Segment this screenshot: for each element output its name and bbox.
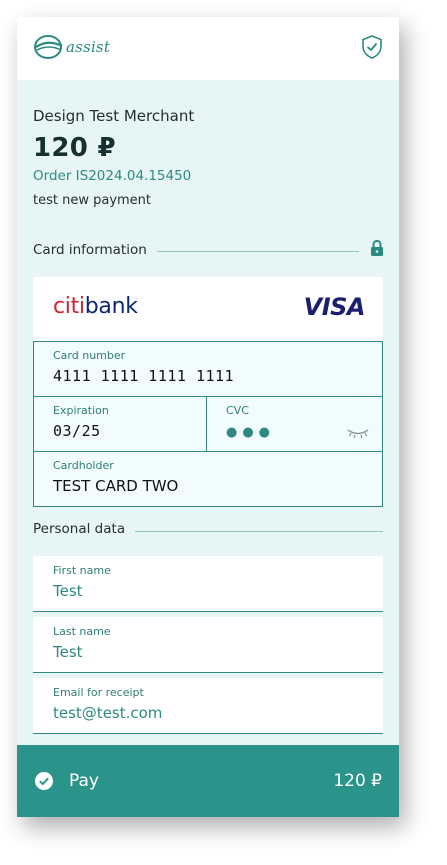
order-number: Order IS2024.04.15450 <box>33 168 192 184</box>
email-label: Email for receipt <box>53 686 144 699</box>
bank-name-suffix: bank <box>84 294 138 319</box>
visa-logo: VISA <box>303 293 366 321</box>
cardholder-input[interactable]: TEST CARD TWO <box>53 477 178 495</box>
section-divider <box>151 251 359 252</box>
assist-logo-icon <box>34 35 63 59</box>
first-name-field[interactable]: First name Test <box>33 556 383 612</box>
cardholder-field[interactable]: Cardholder TEST CARD TWO <box>34 452 382 506</box>
pay-button-amount: 120 ₽ <box>333 771 382 791</box>
card-section-title: Card information <box>33 242 157 258</box>
payment-form-card: assist Design Test Merchant 120 ₽ Order … <box>17 17 399 817</box>
cvc-label: CVC <box>226 404 249 417</box>
bank-logo: citibank <box>53 294 138 319</box>
card-number-label: Card number <box>53 349 126 362</box>
cvc-field[interactable]: CVC ●●● <box>207 397 382 451</box>
logo-text: assist <box>66 38 111 56</box>
header: assist <box>17 17 399 80</box>
last-name-field[interactable]: Last name Test <box>33 617 383 673</box>
email-field[interactable]: Email for receipt test@test.com <box>33 678 383 734</box>
card-fields-group: Card number 4111 1111 1111 1111 Expirati… <box>33 341 383 507</box>
personal-section-title: Personal data <box>33 521 136 537</box>
first-name-input[interactable]: Test <box>53 582 83 600</box>
expiration-input[interactable]: 03/25 <box>53 422 101 440</box>
payment-description: test new payment <box>33 193 152 208</box>
card-number-field[interactable]: Card number 4111 1111 1111 1111 <box>34 342 382 396</box>
card-brand-panel: citibank VISA <box>33 277 383 341</box>
pay-button-label: Pay <box>69 771 99 791</box>
bank-name-prefix: citi <box>53 294 85 319</box>
email-input[interactable]: test@test.com <box>53 704 162 722</box>
shield-check-icon <box>362 35 382 63</box>
assist-logo: assist <box>33 32 110 62</box>
lock-icon <box>370 239 384 260</box>
payment-amount: 120 ₽ <box>33 133 116 163</box>
section-divider <box>131 531 383 532</box>
expiration-field[interactable]: Expiration 03/25 <box>34 397 206 451</box>
check-circle-icon <box>35 772 53 794</box>
card-number-input[interactable]: 4111 1111 1111 1111 <box>53 367 234 385</box>
first-name-label: First name <box>53 564 111 577</box>
cvc-input[interactable]: ●●● <box>226 425 275 440</box>
expiration-label: Expiration <box>53 404 109 417</box>
last-name-input[interactable]: Test <box>53 643 83 661</box>
merchant-name: Design Test Merchant <box>33 107 195 125</box>
pay-button[interactable]: Pay 120 ₽ <box>17 745 399 817</box>
cardholder-label: Cardholder <box>53 459 114 472</box>
last-name-label: Last name <box>53 625 111 638</box>
eye-closed-icon[interactable] <box>347 424 369 443</box>
